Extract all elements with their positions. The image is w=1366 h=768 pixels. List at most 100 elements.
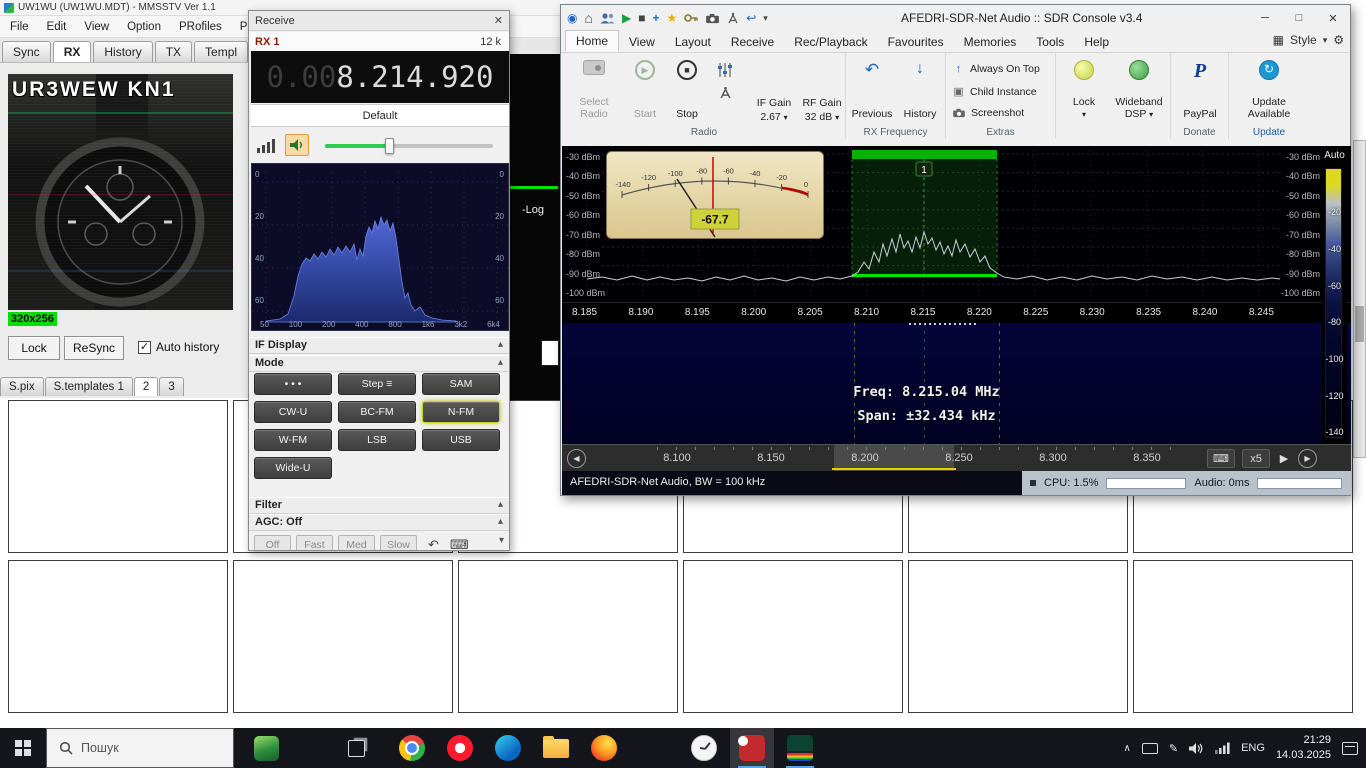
mode-usb-button[interactable]: USB — [422, 429, 500, 451]
pen-icon[interactable]: ✎ — [1169, 742, 1178, 755]
keyboard-icon[interactable]: ⌨ — [450, 537, 469, 551]
tab-layout[interactable]: Layout — [665, 32, 721, 52]
if-gain-dropdown[interactable]: IF Gain 2.67 ▾ — [749, 97, 799, 124]
style-icon[interactable]: ▦ — [1273, 33, 1284, 47]
zoom-arrow-button[interactable]: ▶ — [1275, 449, 1293, 468]
minimize-button[interactable]: ─ — [1248, 5, 1282, 31]
language-indicator[interactable]: ENG — [1241, 742, 1265, 754]
zoom-button[interactable]: x5 — [1242, 449, 1270, 468]
notifications-icon[interactable] — [1342, 742, 1358, 755]
tab-sync[interactable]: Sync — [2, 41, 51, 62]
speaker-icon[interactable] — [1189, 742, 1204, 755]
antenna-icon[interactable] — [727, 12, 739, 24]
tab-favourites[interactable]: Favourites — [878, 32, 954, 52]
tab-view[interactable]: View — [619, 32, 665, 52]
task-view-button[interactable] — [334, 728, 378, 768]
undo-icon[interactable]: ↶ — [428, 537, 439, 551]
favourite-icon[interactable]: ★ — [666, 12, 677, 24]
keyboard-entry-button[interactable]: ⌨ — [1207, 449, 1235, 468]
history-thumbnail[interactable] — [1133, 560, 1353, 713]
network-icon[interactable] — [1215, 742, 1230, 754]
mode-wideu-button[interactable]: Wide-U — [254, 457, 332, 479]
wideband-dsp-button[interactable]: WidebandDSP ▾ — [1112, 58, 1166, 122]
undo-icon[interactable]: ↩ — [746, 12, 756, 24]
tab-stemplates-1[interactable]: S.templates 1 — [45, 377, 133, 396]
frequency-display[interactable]: 0.00 8.214.920 — [251, 51, 509, 103]
tab-page-2[interactable]: 2 — [134, 377, 158, 396]
menu-file[interactable]: File — [10, 21, 29, 33]
section-filter[interactable]: Filter ▴ — [249, 497, 509, 514]
taskbar-search[interactable]: Пошук — [46, 728, 234, 768]
style-chevron-icon[interactable]: ▾ — [1323, 35, 1328, 46]
tab-home[interactable]: Home — [565, 30, 619, 52]
rx-marker-number[interactable]: 1 — [921, 165, 927, 176]
tab-tx[interactable]: TX — [155, 41, 192, 62]
auto-scale-label[interactable]: Auto — [1322, 146, 1347, 161]
history-thumbnail[interactable] — [233, 560, 453, 713]
select-radio-button[interactable]: Select Radio — [567, 58, 621, 122]
radio-icon[interactable]: ◉ — [567, 12, 577, 24]
tab-rec-playback[interactable]: Rec/Playback — [784, 32, 877, 52]
mode-bcfm-button[interactable]: BC-FM — [338, 401, 416, 423]
mode-cwu-button[interactable]: CW-U — [254, 401, 332, 423]
antenna-button[interactable] — [715, 83, 735, 101]
rf-spectrum-display[interactable]: 1 -30 dBm -40 dBm -50 dBm -60 dBm -70 dB… — [562, 146, 1351, 302]
close-button[interactable]: ✕ — [1316, 5, 1350, 31]
tab-memories[interactable]: Memories — [954, 32, 1027, 52]
history-thumbnail[interactable] — [458, 560, 678, 713]
start-button[interactable] — [0, 728, 46, 768]
band-scroll-left-button[interactable]: ◀ — [567, 449, 586, 468]
play-icon[interactable]: ▶ — [622, 12, 631, 24]
taskbar-app-clock[interactable] — [682, 728, 726, 768]
band-scroll-right-button[interactable]: ▶ — [1298, 449, 1317, 468]
taskbar-clock[interactable]: 21:29 14.03.2025 — [1276, 733, 1331, 763]
scroll-down-icon[interactable]: ▾ — [499, 535, 504, 546]
taskbar-app-firefox[interactable] — [582, 728, 626, 768]
rf-gain-dropdown[interactable]: RF Gain 32 dB ▾ — [797, 97, 847, 124]
agc-slow-button[interactable]: Slow — [380, 535, 417, 551]
lock-button[interactable]: Lock — [8, 336, 60, 360]
taskbar-app-explorer[interactable] — [534, 728, 578, 768]
tab-receive[interactable]: Receive — [721, 32, 784, 52]
chevron-up-icon[interactable]: ▴ — [498, 499, 503, 510]
history-thumbnail[interactable] — [683, 560, 903, 713]
receive-panel-titlebar[interactable]: Receive ✕ — [249, 11, 509, 31]
taskbar-app-chrome[interactable] — [390, 728, 434, 768]
mode-lsb-button[interactable]: LSB — [338, 429, 416, 451]
section-mode[interactable]: Mode ▴ — [249, 355, 509, 372]
mode-wfm-button[interactable]: W-FM — [254, 429, 332, 451]
always-on-top-button[interactable]: ↑ Always On Top — [952, 63, 1040, 75]
tab-rx[interactable]: RX — [53, 41, 92, 62]
taskbar-app-opera[interactable] — [438, 728, 482, 768]
sdr-titlebar[interactable]: ◉ ⌂ ▶ ■ + ★ ↩ — [561, 5, 1350, 31]
taskbar-app-edge[interactable] — [486, 728, 530, 768]
taskbar-app-sdr-console[interactable] — [730, 728, 774, 768]
auto-history-checkbox[interactable]: ✓ Auto history — [138, 340, 219, 354]
screenshot-button[interactable]: Screenshot — [952, 107, 1024, 119]
vertical-scrollbar[interactable] — [1353, 140, 1366, 458]
mode-step-button[interactable]: Step ≡ — [338, 373, 416, 395]
chevron-up-icon[interactable]: ▴ — [498, 357, 503, 368]
waterfall-display[interactable]: Freq: 8.215.04 MHz Span: ±32.434 kHz — [562, 323, 1351, 444]
hidden-icons-chevron[interactable]: ∧ — [1124, 743, 1131, 754]
tab-spix[interactable]: S.pix — [0, 377, 44, 396]
qat-chevron-icon[interactable]: ▾ — [763, 14, 768, 23]
tab-templates[interactable]: Templ — [194, 41, 248, 62]
previous-button[interactable]: ↶ Previous — [848, 58, 896, 122]
add-icon[interactable]: + — [652, 12, 659, 24]
mute-button[interactable] — [285, 134, 309, 156]
child-instance-button[interactable]: ▣ Child Instance — [952, 85, 1037, 98]
menu-option[interactable]: Option — [127, 21, 161, 33]
mode-sam-button[interactable]: SAM — [422, 373, 500, 395]
maximize-button[interactable]: □ — [1282, 5, 1316, 31]
menu-view[interactable]: View — [84, 21, 109, 33]
checkbox-check-icon[interactable]: ✓ — [138, 341, 151, 354]
section-if-display[interactable]: IF Display ▴ — [249, 337, 509, 354]
history-thumbnail[interactable] — [8, 560, 228, 713]
paypal-button[interactable]: P PayPal — [1175, 58, 1225, 122]
section-agc[interactable]: AGC: Off ▴ — [249, 514, 509, 531]
history-thumbnail[interactable] — [908, 560, 1128, 713]
levels-icon[interactable] — [257, 139, 275, 153]
users-icon[interactable] — [600, 12, 615, 24]
menu-profiles[interactable]: PRofiles — [179, 21, 222, 33]
